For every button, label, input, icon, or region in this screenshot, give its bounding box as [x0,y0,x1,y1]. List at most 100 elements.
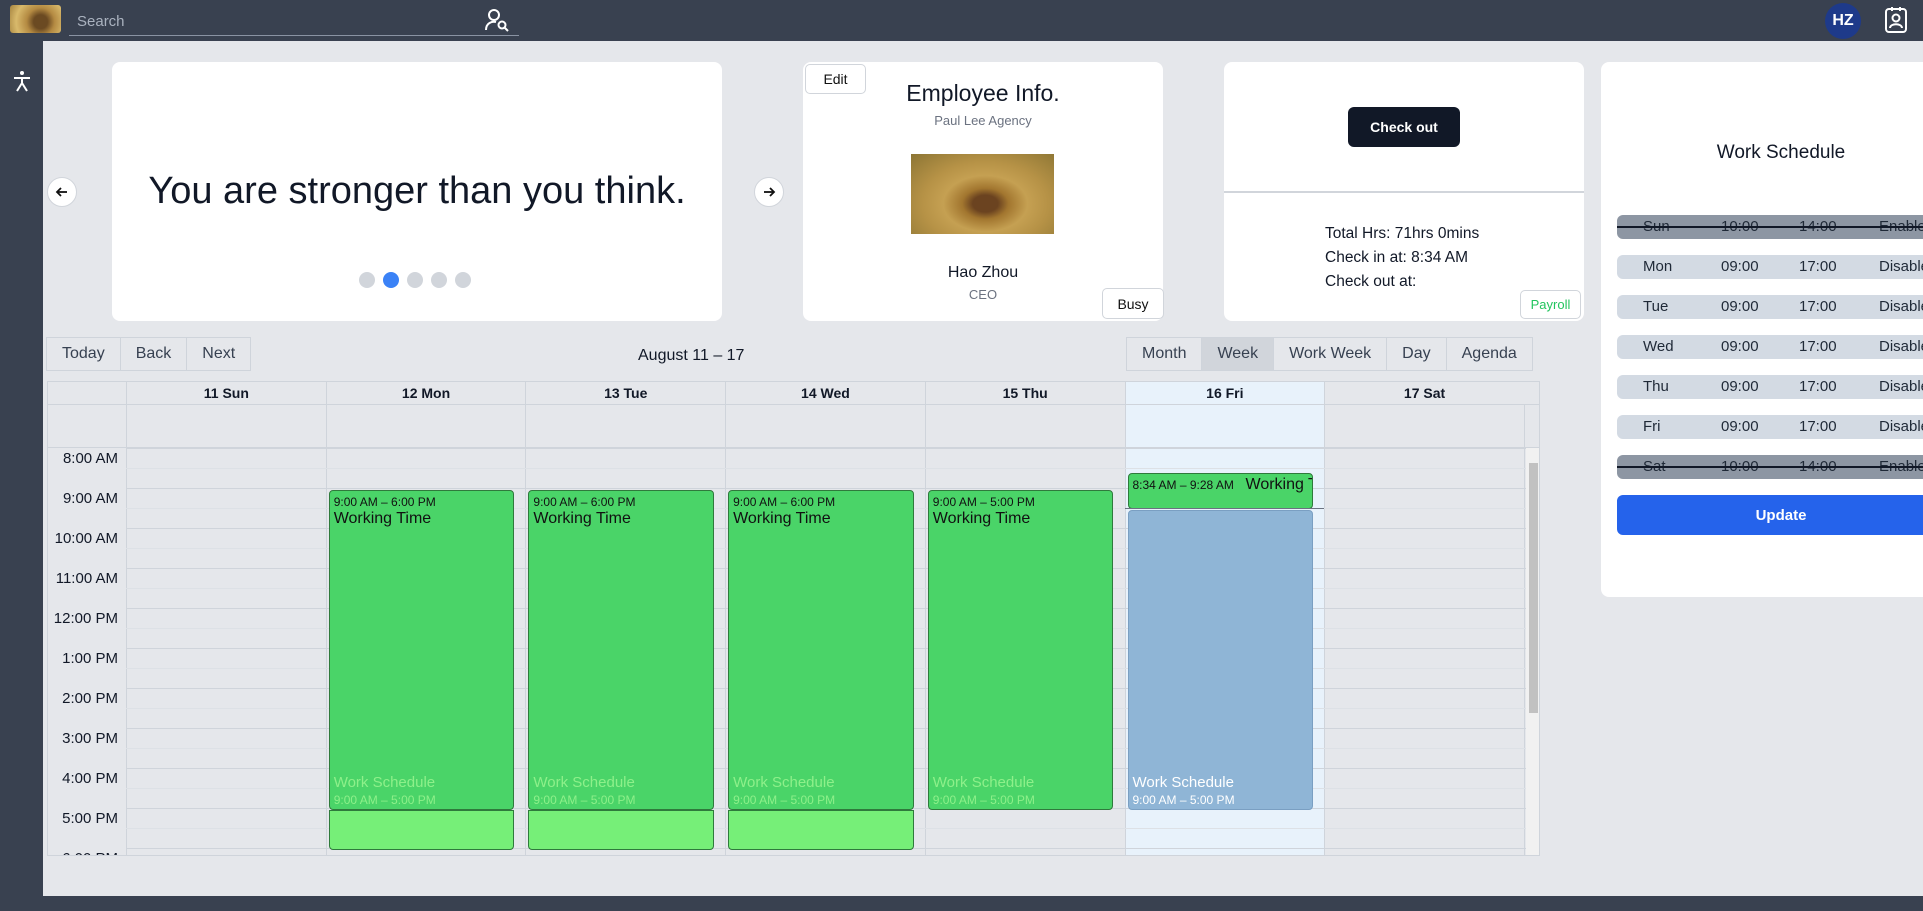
week-view-button[interactable]: Week [1201,337,1275,371]
schedule-start-time[interactable]: 09:00 [1721,378,1759,395]
day-header[interactable]: 17 Sat [1324,382,1524,404]
day-header[interactable]: 16 Fri [1124,382,1325,404]
column-divider [1523,405,1525,447]
date-range-label: August 11 – 17 [638,347,745,364]
schedule-toggle-action[interactable]: Enable [1879,218,1923,235]
schedule-day: Mon [1643,258,1673,275]
schedule-toggle-action[interactable]: Enable [1879,458,1923,475]
carousel-prev-button[interactable] [47,177,77,207]
schedule-start-time[interactable]: 09:00 [1721,258,1759,275]
schedule-toggle-action[interactable]: Disable [1879,338,1923,355]
event-time: 9:00 AM – 6:00 PM [333,495,436,509]
day-view-button[interactable]: Day [1386,337,1447,371]
schedule-end-time[interactable]: 14:00 [1799,458,1837,475]
scrollbar-thumb[interactable] [1529,463,1538,713]
time-grid[interactable]: 8:00 AM 9:00 AM 10:00 AM 11:00 AM 12:00 PM 1:… [48,448,1526,855]
day-header[interactable]: 15 Thu [924,382,1125,404]
app-logo[interactable] [10,5,61,33]
next-button[interactable]: Next [186,337,252,371]
calendar-scrollbar[interactable] [1526,448,1539,855]
schedule-day: Tue [1643,298,1669,315]
column-divider [924,405,926,447]
column-divider [325,405,327,447]
carousel-dot[interactable] [359,272,375,288]
time-label: 11:00 AM [55,570,118,587]
check-out-button[interactable]: Check out [1348,107,1460,147]
schedule-end-time[interactable]: 17:00 [1799,298,1837,315]
work-schedule-card: Work Schedule Sun 10:00 14:00 Enable Mon 09:0… [1601,62,1923,597]
schedule-event-title: Work Schedule [1132,773,1234,791]
time-label: 4:00 PM [62,770,118,787]
carousel-dot-active[interactable] [383,272,399,288]
day-header[interactable]: 12 Mon [325,382,526,404]
event-title: Working Time [533,510,631,527]
schedule-day: Thu [1643,378,1669,395]
update-button[interactable]: Update [1617,495,1923,535]
schedule-toggle-action[interactable]: Disable [1879,298,1923,315]
event-title: Working Time [932,510,1031,527]
working-time-event[interactable]: 9:00 AM – 6:00 PM Working Time [329,490,515,850]
calendar-header: 11 Sun 12 Mon 13 Tue 14 Wed 15 Thu 16 Fri 17 S… [48,382,1539,404]
schedule-start-time[interactable]: 09:00 [1721,338,1759,355]
day-header[interactable]: 14 Wed [725,382,925,404]
status-busy-button[interactable]: Busy [1102,288,1164,319]
carousel-next-button[interactable] [754,177,784,207]
schedule-row-mon: Mon 09:00 17:00 Disable [1617,255,1923,279]
employee-info-card: Edit Employee Info. Paul Lee Agency Hao … [803,62,1164,321]
schedule-end-time[interactable]: 17:00 [1799,378,1837,395]
quote-carousel: You are stronger than you think. [112,62,722,321]
payroll-button[interactable]: Payroll [1520,290,1581,319]
column-divider [725,405,727,447]
column-divider [1324,405,1326,447]
schedule-day: Wed [1643,338,1674,355]
today-button[interactable]: Today [46,337,121,371]
working-time-event[interactable]: 9:00 AM – 6:00 PM Working Time [528,490,714,850]
column-divider [1523,448,1525,855]
day-header[interactable]: 13 Tue [525,382,725,404]
schedule-toggle-action[interactable]: Disable [1879,418,1923,435]
schedule-end-time[interactable]: 14:00 [1799,218,1837,235]
schedule-toggle-action[interactable]: Disable [1879,378,1923,395]
check-info: Total Hrs: 71hrs 0mins Check in at: 8:34… [1325,222,1479,294]
schedule-start-time[interactable]: 10:00 [1721,458,1759,475]
back-button[interactable]: Back [119,337,188,371]
day-header[interactable]: 11 Sun [126,382,326,404]
schedule-event-time: 9:00 AM – 5:00 PM [1132,792,1235,807]
sidebar [0,41,43,911]
user-avatar[interactable]: HZ [1825,3,1861,39]
schedule-toggle-action[interactable]: Disable [1879,258,1923,275]
accessibility-icon[interactable] [10,69,34,93]
schedule-row-sun: Sun 10:00 14:00 Enable [1617,215,1923,239]
event-time: 9:00 AM – 5:00 PM [932,495,1035,509]
schedule-end-time[interactable]: 17:00 [1799,338,1837,355]
schedule-row-fri: Fri 09:00 17:00 Disable [1617,415,1923,439]
column-divider [325,448,327,855]
quote-text: You are stronger than you think. [148,170,686,212]
working-time-event[interactable]: 8:34 AM – 9:28 AM Working Time [1127,472,1314,509]
carousel-dot[interactable] [407,272,423,288]
working-time-event[interactable]: 9:00 AM – 5:00 PM Working Time [928,490,1114,810]
user-search-icon[interactable] [484,8,510,32]
search-box [69,4,519,36]
search-input[interactable] [77,10,457,32]
column-divider [924,448,926,855]
schedule-start-time[interactable]: 09:00 [1721,298,1759,315]
carousel-dot[interactable] [431,272,447,288]
schedule-end-time[interactable]: 17:00 [1799,418,1837,435]
schedule-start-time[interactable]: 09:00 [1721,418,1759,435]
nav-button-group: Today Back Next [46,337,252,371]
column-divider [1124,405,1126,447]
carousel-dot[interactable] [455,272,471,288]
work-week-view-button[interactable]: Work Week [1273,337,1388,371]
working-time-event[interactable]: 9:00 AM – 6:00 PM Working Time [728,490,914,850]
agenda-view-button[interactable]: Agenda [1445,337,1533,371]
schedule-start-time[interactable]: 10:00 [1721,218,1759,235]
time-label: 9:00 AM [62,490,118,507]
work-schedule-event[interactable]: Work Schedule 9:00 AM – 5:00 PM [1127,509,1314,810]
week-calendar: 11 Sun 12 Mon 13 Tue 14 Wed 15 Thu 16 Fri 17 S… [47,381,1540,856]
month-view-button[interactable]: Month [1126,337,1203,371]
column-divider [1124,448,1126,855]
employee-card-title: Employee Info. [906,80,1060,106]
contact-card-icon[interactable] [1882,6,1910,34]
schedule-end-time[interactable]: 17:00 [1799,258,1837,275]
